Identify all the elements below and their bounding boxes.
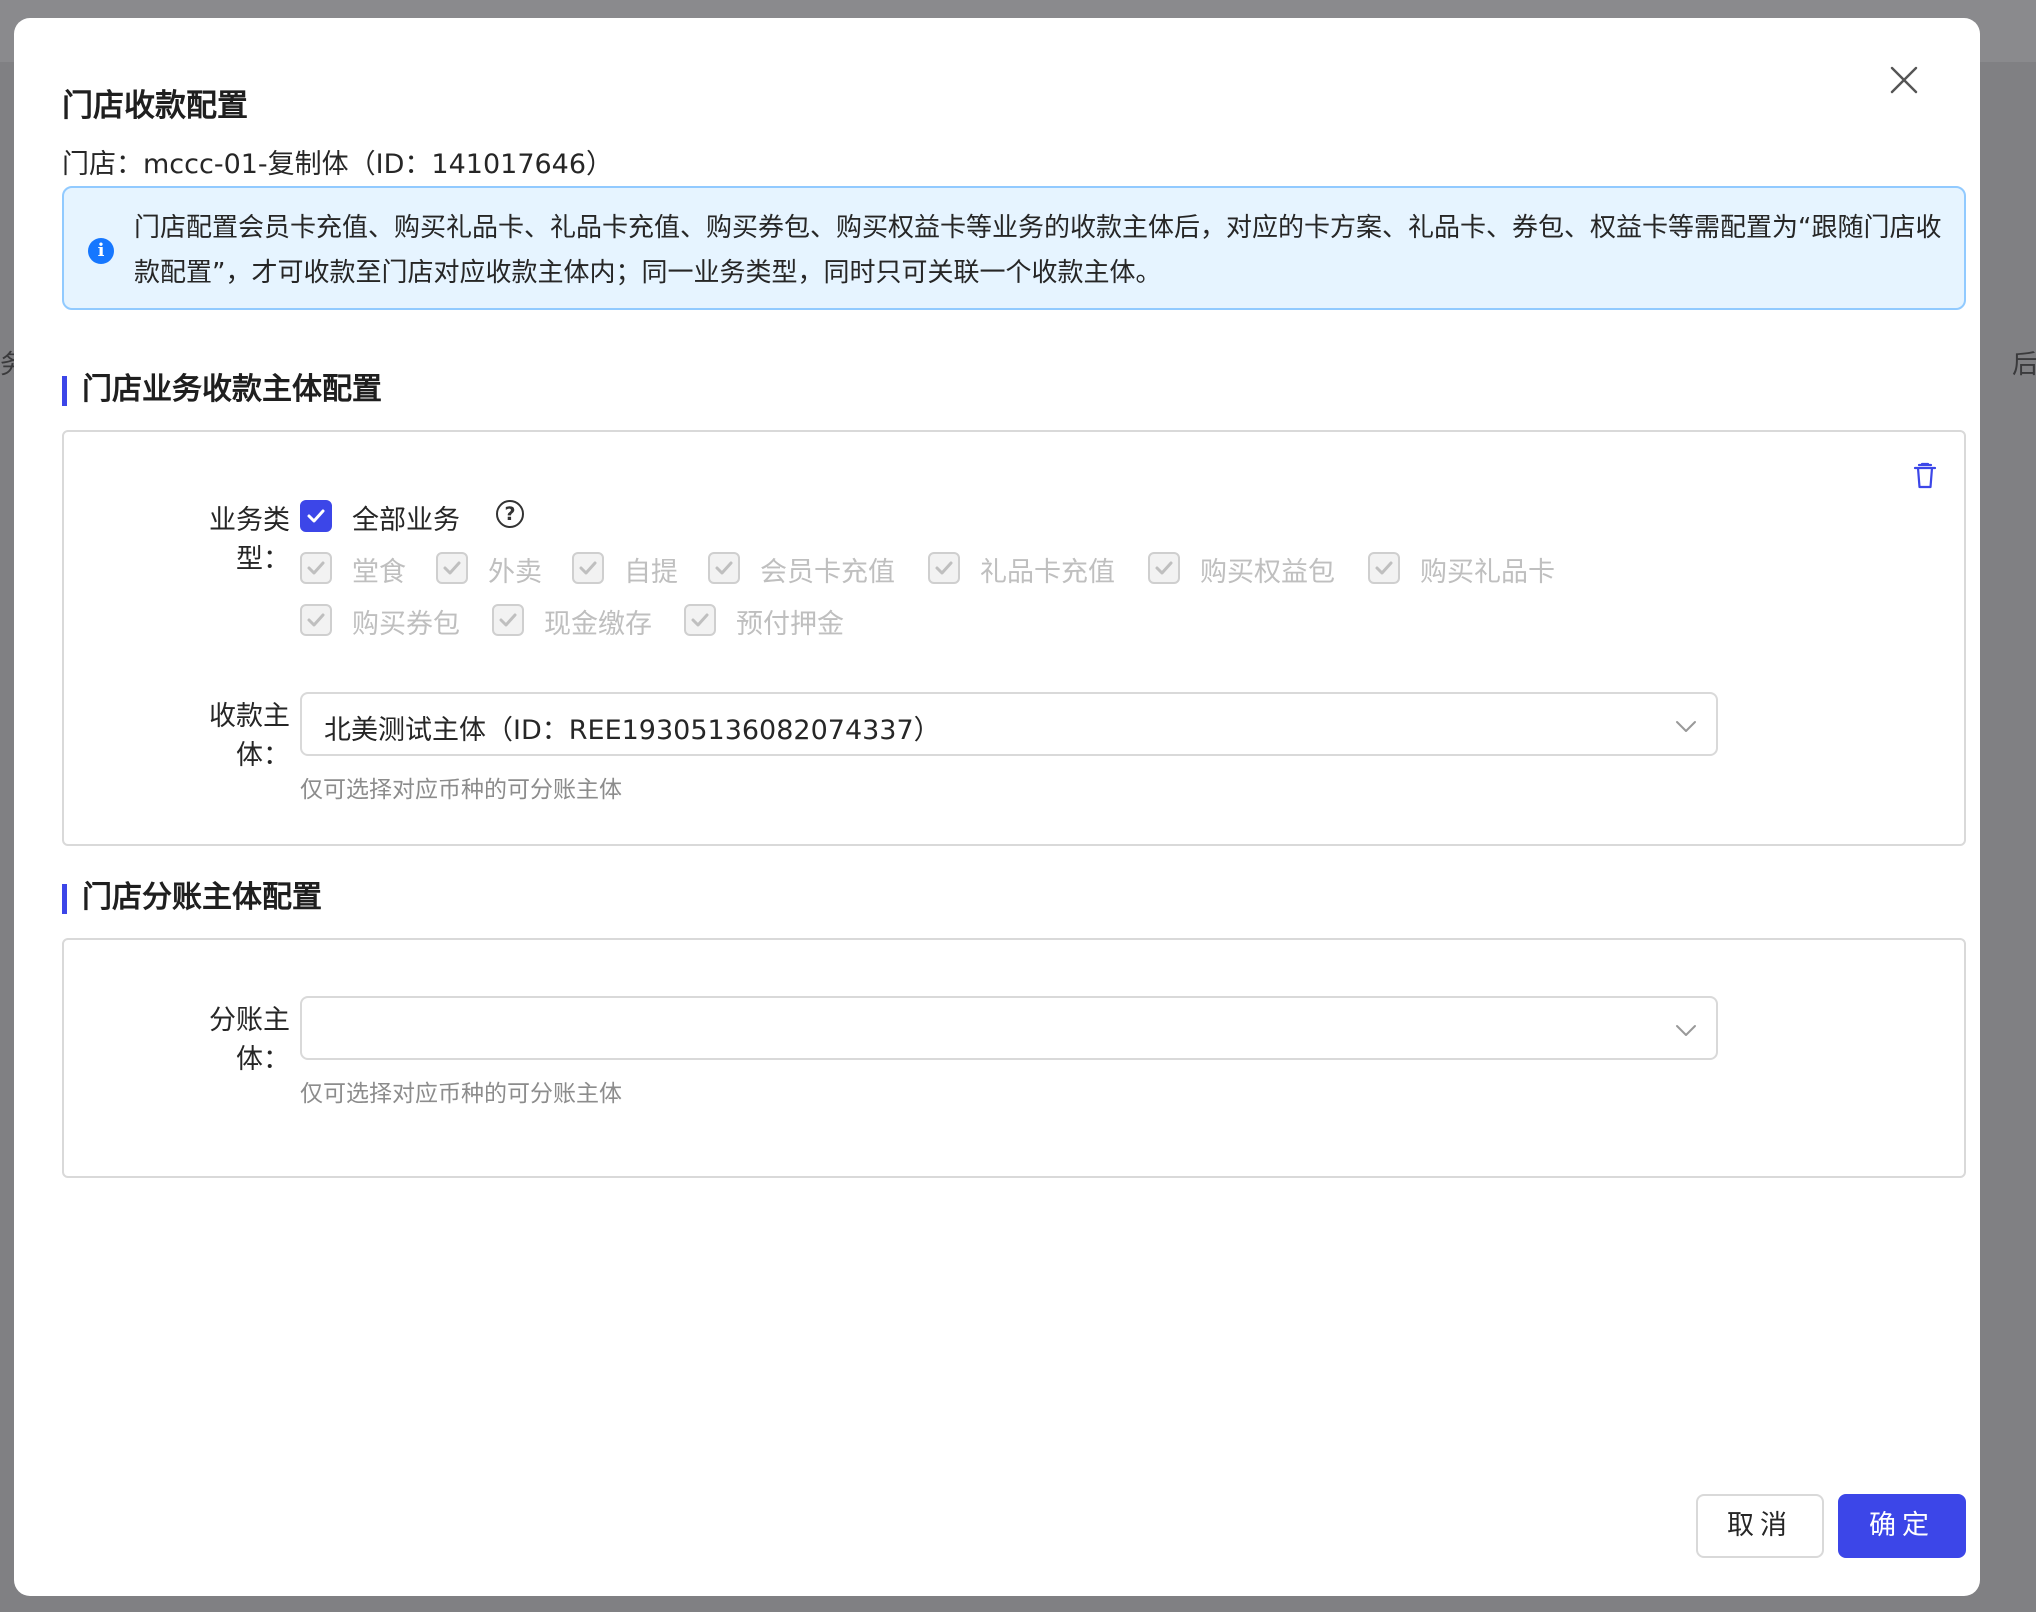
modal-title: 门店收款配置 (62, 88, 248, 124)
info-alert: i 门店配置会员卡充值、购买礼品卡、礼品卡充值、购买券包、购买权益卡等业务的收款… (62, 186, 1966, 310)
close-icon (1890, 66, 1918, 94)
business-label-buy-benefit-pack: 购买权益包 (1200, 557, 1335, 588)
business-checkbox-giftcard-recharge (928, 552, 960, 584)
payment-entity-label: 收款主体： (209, 701, 290, 771)
check-icon (1375, 561, 1393, 575)
background-edge-right: 后 (2012, 350, 2036, 380)
business-checkbox-buy-benefit-pack (1148, 552, 1180, 584)
payment-entity-value: 北美测试主体（ID：REE19305136082074337） (324, 715, 941, 746)
business-label-dine-in: 堂食 (352, 557, 406, 588)
business-type-label: 业务类型： (209, 505, 290, 575)
all-business-label[interactable]: 全部业务 (352, 498, 460, 537)
check-icon (443, 561, 461, 575)
split-entity-select[interactable] (300, 996, 1718, 1060)
check-icon (691, 613, 709, 627)
business-checkbox-prepaid-deposit (684, 604, 716, 636)
business-checkbox-cash-deposit (492, 604, 524, 636)
business-label-giftcard-recharge: 礼品卡充值 (980, 557, 1115, 588)
question-circle-icon[interactable]: ? (496, 500, 524, 528)
all-business-checkbox[interactable] (300, 500, 332, 532)
check-icon (499, 613, 517, 627)
split-entity-hint: 仅可选择对应币种的可分账主体 (300, 1081, 622, 1107)
business-checkbox-buy-coupon-pack (300, 604, 332, 636)
check-icon (715, 561, 733, 575)
business-label-member-recharge: 会员卡充值 (760, 557, 895, 588)
business-label-buy-coupon-pack: 购买券包 (352, 609, 460, 640)
business-label-prepaid-deposit: 预付押金 (736, 609, 844, 640)
business-label-pickup: 自提 (624, 557, 678, 588)
confirm-button[interactable]: 确定 (1838, 1494, 1966, 1558)
close-button[interactable] (1880, 56, 1928, 104)
split-entity-card: 分账主体： 仅可选择对应币种的可分账主体 (62, 938, 1966, 1178)
split-entity-label: 分账主体： (209, 1005, 290, 1075)
business-checkbox-member-recharge (708, 552, 740, 584)
business-label-cash-deposit: 现金缴存 (544, 609, 652, 640)
trash-icon[interactable] (1910, 460, 1940, 490)
business-checkbox-takeout (436, 552, 468, 584)
cancel-button[interactable]: 取消 (1696, 1494, 1824, 1558)
split-section-title: 门店分账主体配置 (62, 882, 322, 914)
check-icon (1155, 561, 1173, 575)
chevron-down-icon (1676, 1025, 1696, 1036)
check-icon (307, 613, 325, 627)
payment-entity-select[interactable]: 北美测试主体（ID：REE19305136082074337） (300, 692, 1718, 756)
business-label-takeout: 外卖 (488, 557, 542, 588)
info-icon: i (88, 238, 114, 264)
payment-config-modal: 门店收款配置 门店：mccc-01-复制体（ID：141017646） i 门店… (14, 18, 1980, 1596)
business-checkbox-buy-giftcard (1368, 552, 1400, 584)
business-label-buy-giftcard: 购买礼品卡 (1420, 557, 1555, 588)
check-icon (307, 509, 325, 523)
business-checkbox-pickup (572, 552, 604, 584)
store-info: 门店：mccc-01-复制体（ID：141017646） (62, 149, 614, 180)
business-checkbox-dine-in (300, 552, 332, 584)
check-icon (935, 561, 953, 575)
chevron-down-icon (1676, 721, 1696, 732)
payment-entity-hint: 仅可选择对应币种的可分账主体 (300, 777, 622, 803)
payment-section-title: 门店业务收款主体配置 (62, 374, 382, 406)
payment-entity-card: 业务类型： 全部业务 ? 堂食 外卖 自提 会员卡充值 礼品卡充值 购买权益包 … (62, 430, 1966, 846)
alert-text: 门店配置会员卡充值、购买礼品卡、礼品卡充值、购买券包、购买权益卡等业务的收款主体… (134, 213, 1942, 288)
check-icon (579, 561, 597, 575)
check-icon (307, 561, 325, 575)
